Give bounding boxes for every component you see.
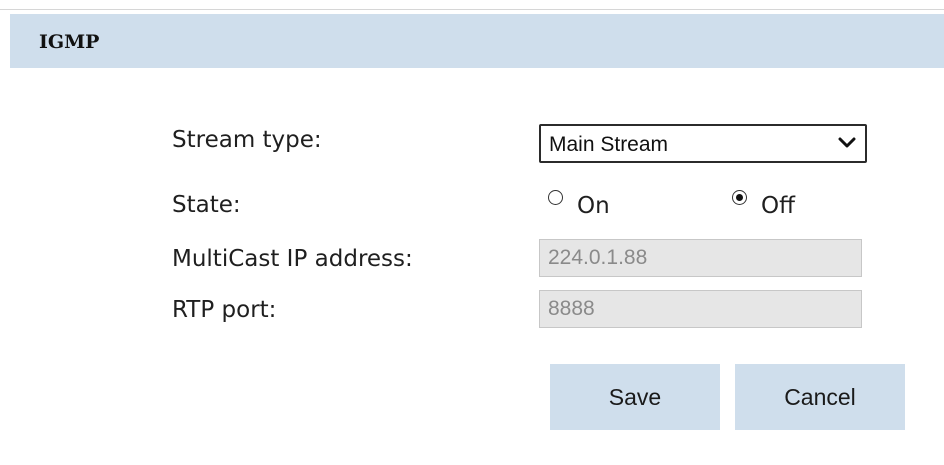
- state-off-radio[interactable]: [732, 190, 747, 205]
- chevron-down-icon: [838, 137, 856, 148]
- section-title: IGMP: [39, 31, 100, 53]
- state-on-label[interactable]: On: [577, 192, 610, 220]
- rtp-port-field[interactable]: [539, 290, 862, 328]
- rtp-port-label: RTP port:: [172, 297, 277, 323]
- stream-type-value: Main Stream: [549, 133, 669, 156]
- multicast-ip-field[interactable]: [539, 239, 862, 277]
- stream-type-select[interactable]: Main Stream: [539, 124, 867, 163]
- save-button[interactable]: Save: [550, 364, 720, 430]
- top-divider: [0, 0, 944, 10]
- section-header: IGMP: [10, 14, 944, 68]
- state-label: State:: [172, 192, 241, 218]
- stream-type-label: Stream type:: [172, 127, 322, 153]
- multicast-ip-label: MultiCast IP address:: [172, 246, 413, 272]
- state-off-label[interactable]: Off: [761, 192, 795, 220]
- state-on-radio[interactable]: [548, 190, 563, 205]
- cancel-button[interactable]: Cancel: [735, 364, 905, 430]
